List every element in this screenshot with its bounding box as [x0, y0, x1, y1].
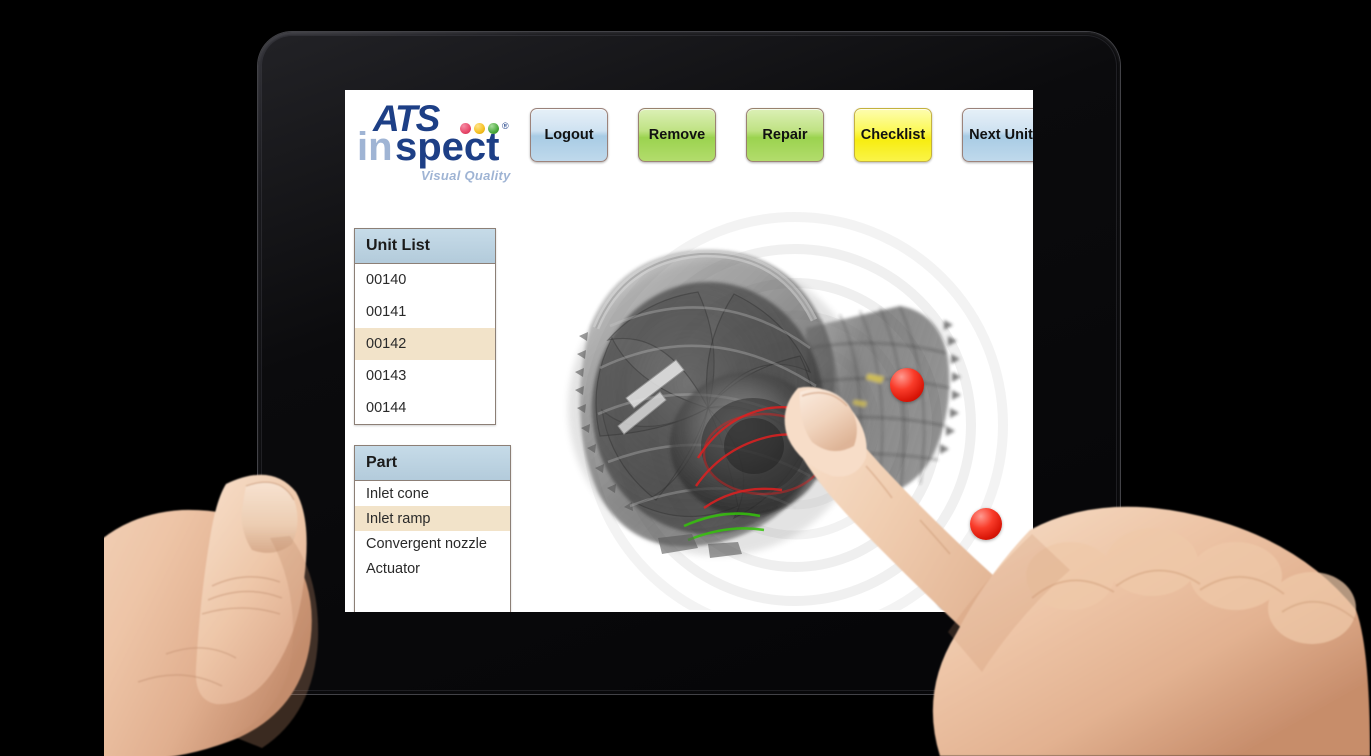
next-unit-button[interactable]: Next Unit — [962, 108, 1033, 162]
logo-word-spect: spect — [395, 125, 500, 169]
repair-button[interactable]: Repair — [746, 108, 824, 162]
checklist-button[interactable]: Checklist — [854, 108, 932, 162]
unit-list-item-00143[interactable]: 00143 — [355, 360, 495, 392]
logo-registered-mark: ® — [502, 121, 509, 131]
right-hand-touching-screen — [784, 386, 1370, 756]
logout-button[interactable]: Logout — [530, 108, 608, 162]
remove-button[interactable]: Remove — [638, 108, 716, 162]
left-hand-holding-tablet — [104, 474, 319, 756]
toolbar: Logout Remove Repair Checklist Next Unit — [530, 108, 1033, 162]
unit-list-item-00140[interactable]: 00140 — [355, 264, 495, 296]
logo-word-in: in — [357, 125, 393, 169]
unit-list-panel: Unit List 00140 00141 00142 00143 00144 — [354, 228, 496, 425]
unit-list-item-00142[interactable]: 00142 — [355, 328, 495, 360]
scene: ATS ® in spect Visual Quality Logout Rem… — [0, 0, 1371, 756]
unit-list-title: Unit List — [355, 229, 495, 264]
unit-list-item-00141[interactable]: 00141 — [355, 296, 495, 328]
logo-tagline: Visual Quality — [421, 168, 511, 183]
app-logo: ATS ® in spect Visual Quality — [357, 96, 517, 184]
